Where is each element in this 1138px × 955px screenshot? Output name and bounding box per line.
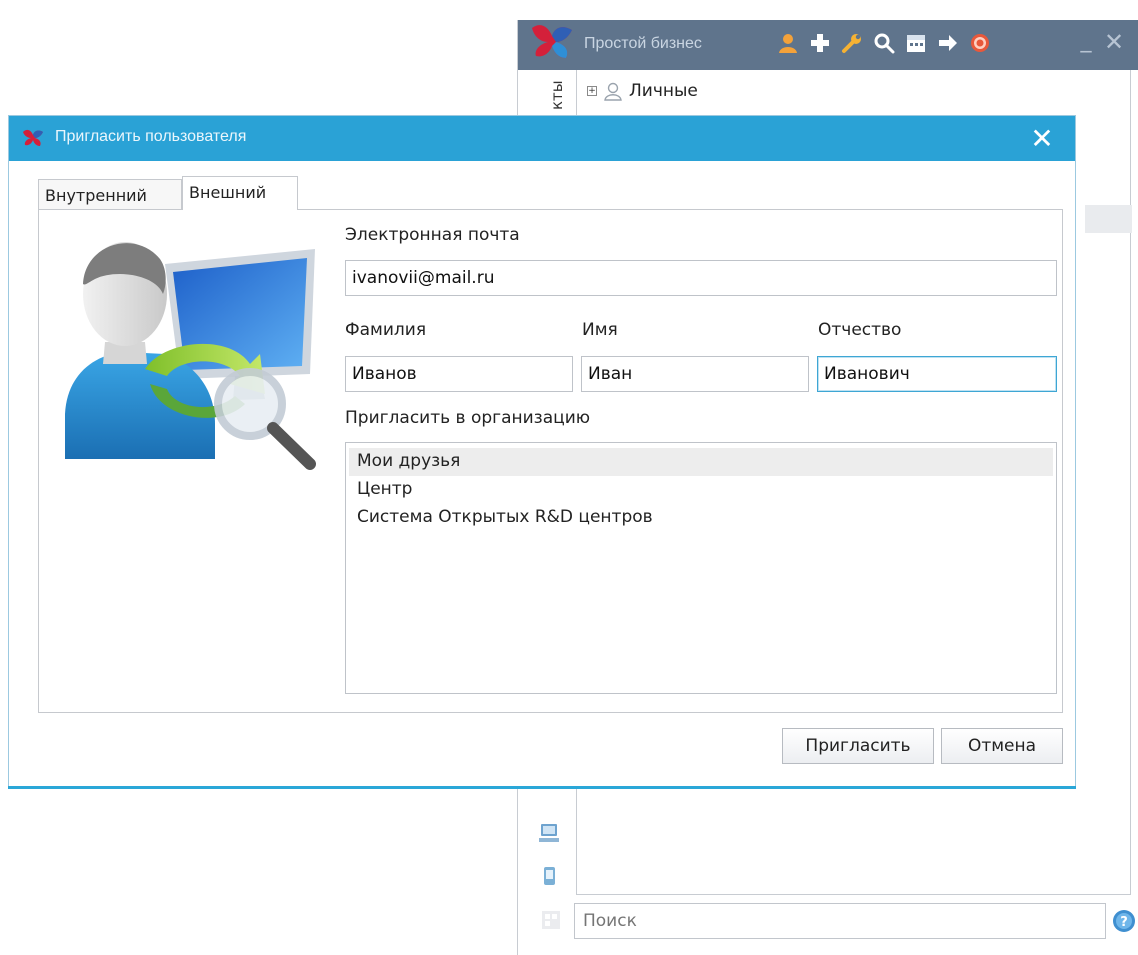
first-name-field[interactable] bbox=[581, 356, 809, 392]
external-tab-panel: Электронная почта Фамилия Имя Отчество П… bbox=[38, 209, 1063, 713]
last-name-field[interactable] bbox=[345, 356, 573, 392]
search-bar: ? bbox=[534, 903, 1138, 939]
tab-internal[interactable]: Внутренний bbox=[38, 179, 182, 209]
tree-node-label: Личные bbox=[629, 81, 698, 101]
list-item[interactable]: Центр bbox=[349, 476, 1053, 504]
middle-name-label: Отчество bbox=[818, 320, 902, 340]
organization-label: Пригласить в организацию bbox=[345, 408, 591, 428]
app-logo-icon bbox=[23, 129, 43, 146]
tree-expander[interactable]: + bbox=[587, 86, 597, 96]
person-group-icon bbox=[604, 82, 622, 101]
list-item[interactable]: Система Открытых R&D центров bbox=[349, 504, 1053, 532]
email-label: Электронная почта bbox=[345, 225, 520, 245]
list-row-highlight bbox=[1085, 205, 1132, 233]
invite-button[interactable]: Пригласить bbox=[782, 728, 934, 764]
arrow-right-icon[interactable] bbox=[935, 30, 961, 56]
network-icon[interactable] bbox=[538, 822, 560, 844]
first-name-label: Имя bbox=[582, 320, 618, 340]
mobile-icon[interactable] bbox=[538, 865, 560, 887]
last-name-label: Фамилия bbox=[345, 320, 427, 340]
main-titlebar: Простой бизнес _ ✕ bbox=[518, 20, 1138, 70]
middle-name-field[interactable] bbox=[817, 356, 1057, 392]
list-item[interactable]: Мои друзья bbox=[349, 448, 1053, 476]
help-glyph: ? bbox=[1120, 915, 1128, 930]
search-input[interactable] bbox=[574, 903, 1106, 939]
cancel-button[interactable]: Отмена bbox=[941, 728, 1063, 764]
help-icon[interactable]: ? bbox=[1112, 909, 1136, 933]
app-logo-icon bbox=[532, 25, 572, 58]
lifebuoy-icon[interactable] bbox=[967, 30, 993, 56]
dialog-title: Пригласить пользователя bbox=[55, 128, 247, 145]
search-icon[interactable] bbox=[871, 30, 897, 56]
dialog-close-button[interactable]: ✕ bbox=[1027, 124, 1057, 154]
tree-node-personal[interactable]: + Личные bbox=[587, 80, 698, 102]
contacts-vertical-tab[interactable]: кты bbox=[548, 80, 570, 120]
organization-list[interactable]: Мои друзья Центр Система Открытых R&D це… bbox=[345, 442, 1057, 694]
invite-user-illustration bbox=[65, 242, 316, 470]
calendar-icon[interactable] bbox=[903, 30, 929, 56]
tab-external[interactable]: Внешний bbox=[182, 176, 298, 210]
user-icon[interactable] bbox=[775, 30, 801, 56]
main-window-title: Простой бизнес bbox=[584, 35, 702, 52]
plus-icon[interactable] bbox=[807, 30, 833, 56]
invite-user-dialog: Пригласить пользователя ✕ Внутренний Вне… bbox=[8, 115, 1076, 789]
dialog-titlebar: Пригласить пользователя ✕ bbox=[9, 116, 1075, 161]
minimize-button[interactable]: _ bbox=[1076, 30, 1096, 52]
main-toolbar bbox=[775, 30, 993, 56]
main-close-button[interactable]: ✕ bbox=[1102, 30, 1126, 54]
wrench-icon[interactable] bbox=[839, 30, 865, 56]
filter-icon[interactable] bbox=[540, 909, 562, 931]
email-field[interactable] bbox=[345, 260, 1057, 296]
